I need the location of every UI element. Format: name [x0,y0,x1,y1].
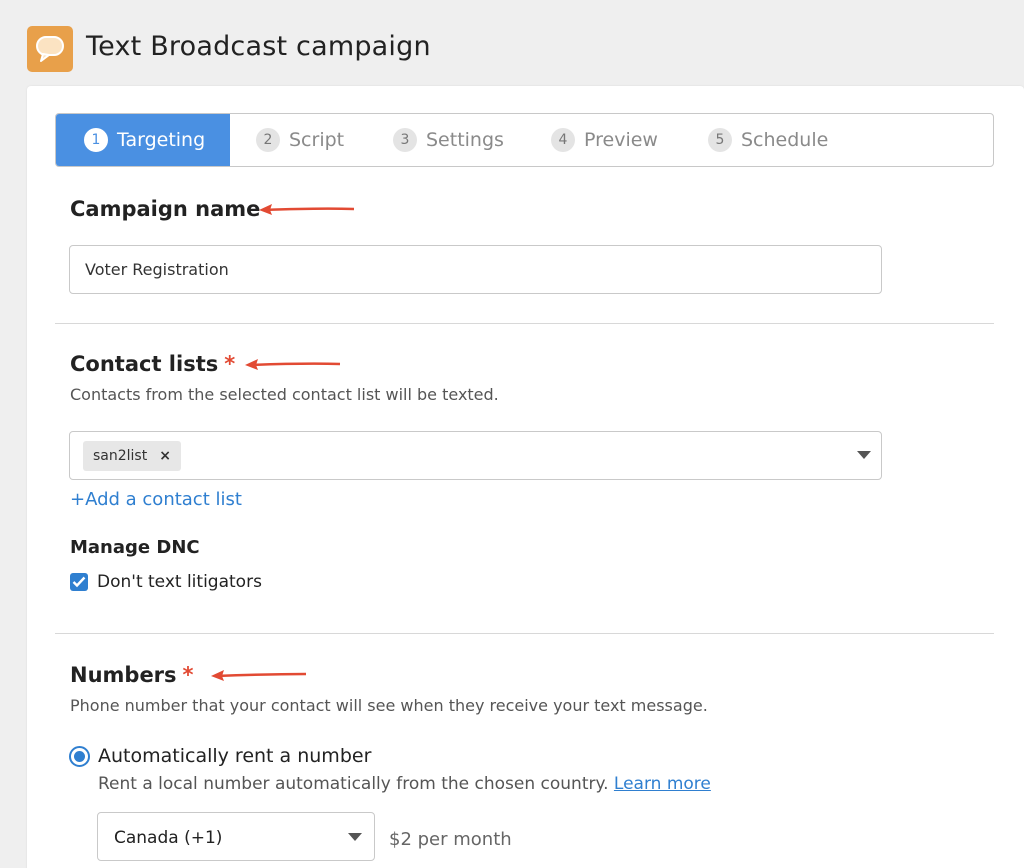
numbers-description: Phone number that your contact will see … [70,696,708,715]
step-label: Schedule [741,129,829,151]
campaign-name-input[interactable] [69,245,882,294]
price-label: $2 per month [389,829,512,850]
section-divider [55,633,994,634]
section-divider [55,323,994,324]
step-number: 4 [551,128,575,152]
step-number: 3 [393,128,417,152]
app-header: Text Broadcast campaign [0,0,1024,90]
contact-lists-description: Contacts from the selected contact list … [70,385,499,404]
step-number: 1 [84,128,108,152]
required-marker: * [224,352,236,376]
contact-list-select[interactable]: san2list × [69,431,882,480]
contact-lists-heading: Contact lists * [70,352,235,376]
contact-lists-title: Contact lists [70,352,219,376]
annotation-arrow-icon [211,670,307,681]
page-title: Text Broadcast campaign [86,31,431,62]
auto-rent-number-label[interactable]: Automatically rent a number [98,745,371,767]
chat-bubble-icon [27,26,73,72]
numbers-heading: Numbers * [70,663,194,687]
chevron-down-icon[interactable] [348,833,362,841]
checkmark-icon [72,576,86,588]
country-select-value: Canada (+1) [114,828,223,848]
step-preview[interactable]: 4 Preview [551,114,658,166]
add-contact-list-link[interactable]: +Add a contact list [70,489,242,510]
campaign-name-heading: Campaign name [70,197,261,221]
auto-rent-number-description: Rent a local number automatically from t… [98,774,711,794]
dont-text-litigators-checkbox[interactable] [70,573,88,591]
annotation-arrow-icon [245,359,341,370]
step-label: Preview [584,129,658,151]
step-number: 2 [256,128,280,152]
step-label: Settings [426,129,504,151]
step-schedule[interactable]: 5 Schedule [708,114,828,166]
step-number: 5 [708,128,732,152]
manage-dnc-heading: Manage DNC [70,537,200,558]
country-select[interactable]: Canada (+1) [97,812,375,861]
numbers-title: Numbers [70,663,177,687]
auto-rent-description-text: Rent a local number automatically from t… [98,774,609,794]
step-script[interactable]: 2 Script [256,114,344,166]
step-label: Script [289,129,345,151]
step-label: Targeting [117,129,206,151]
annotation-arrow-icon [259,204,355,215]
learn-more-link[interactable]: Learn more [614,774,711,794]
auto-rent-number-radio[interactable] [69,746,90,767]
dont-text-litigators-label[interactable]: Don't text litigators [97,572,262,592]
wizard-steps: 1 Targeting 2 Script 3 Settings 4 Previe… [55,113,994,167]
selected-contact-list-tag: san2list × [83,441,181,471]
chevron-down-icon[interactable] [857,451,871,459]
remove-tag-icon[interactable]: × [159,448,171,464]
tag-label: san2list [93,448,148,464]
required-marker: * [182,663,194,687]
step-settings[interactable]: 3 Settings [393,114,504,166]
step-targeting[interactable]: 1 Targeting [56,114,230,166]
